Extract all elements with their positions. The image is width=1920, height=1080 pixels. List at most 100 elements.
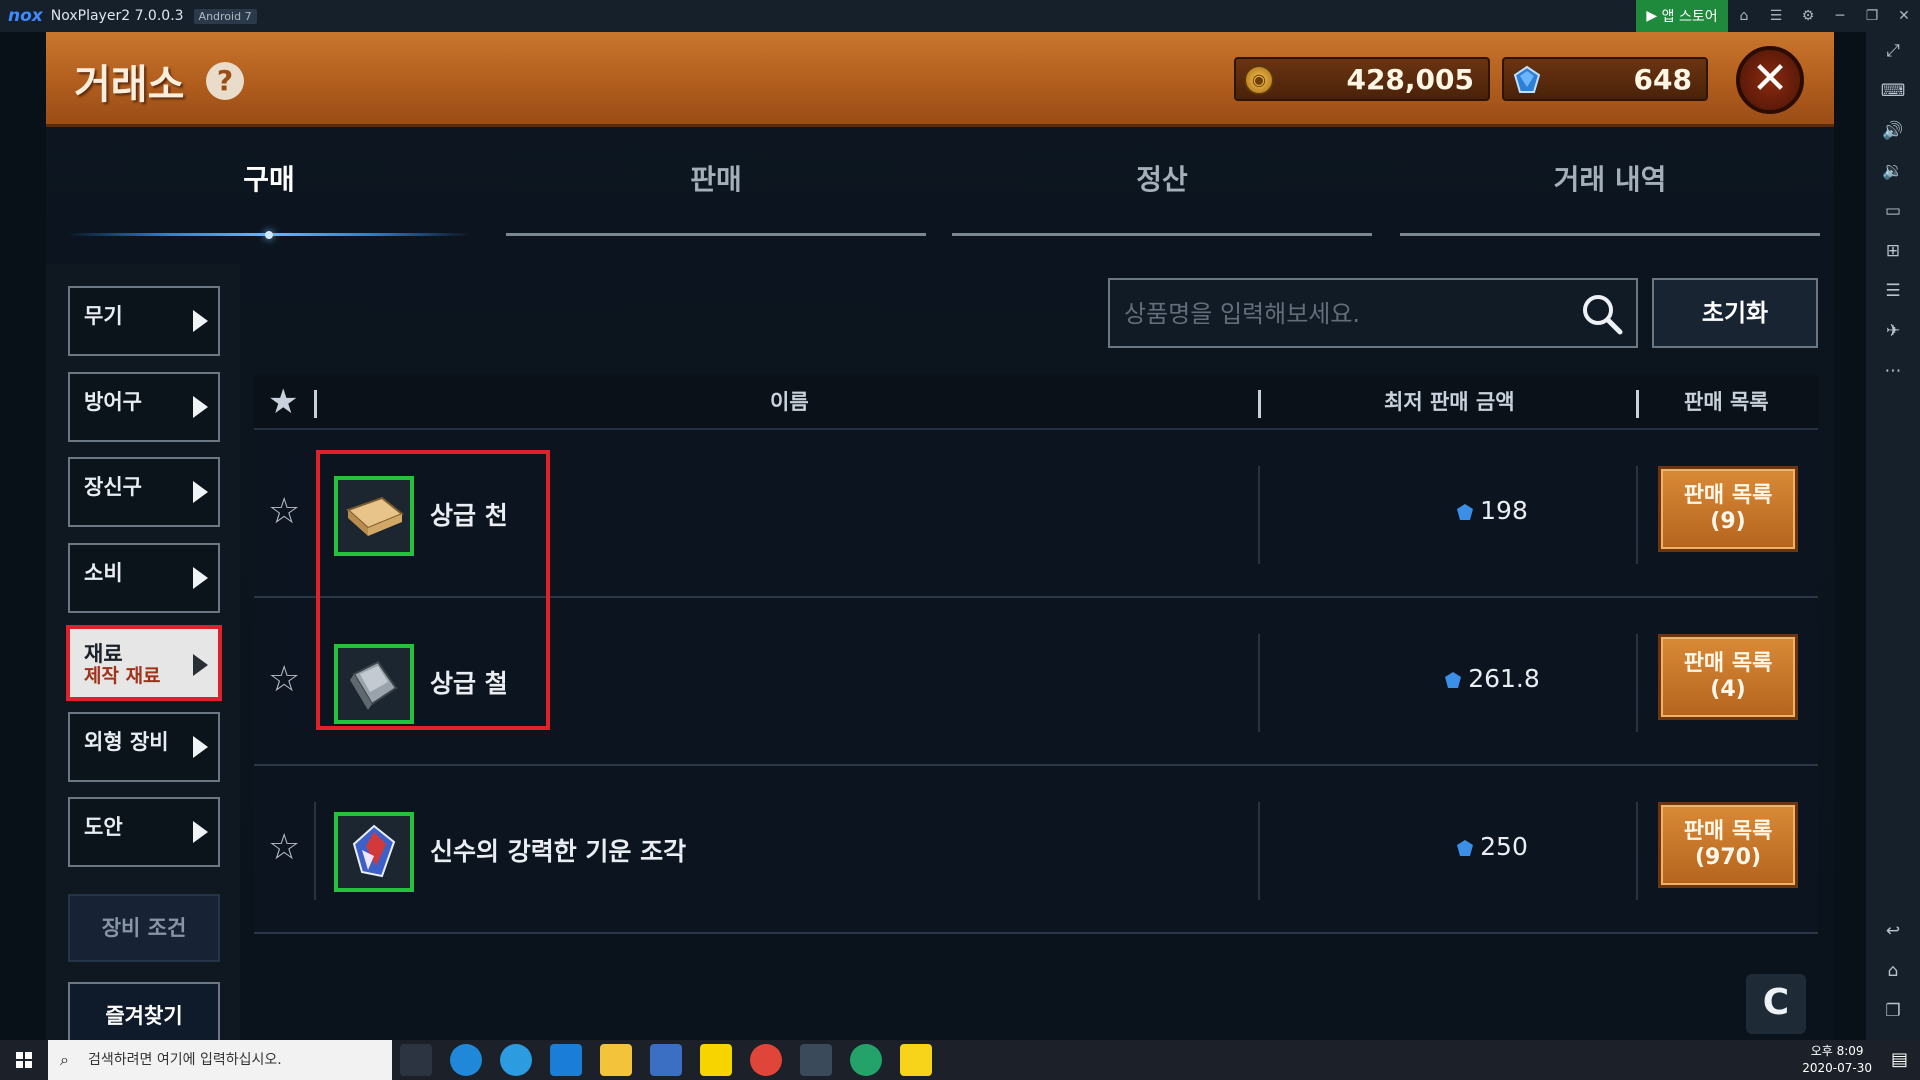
favorite-star-icon[interactable]: ☆ [268,828,300,868]
sales-list-button[interactable]: 판매 목록 (970) [1658,802,1798,888]
tab-history-underline [1400,233,1820,236]
screen-icon[interactable]: ▭ [1880,198,1906,224]
ie-icon[interactable] [500,1044,532,1076]
category-weapon[interactable]: 무기 [68,286,220,356]
keyboard-icon[interactable]: ⌨ [1880,78,1906,104]
price-value: 250 [1480,832,1528,861]
settings-icon[interactable]: ⚙ [1798,6,1818,26]
maps-icon[interactable] [850,1044,882,1076]
mail-icon[interactable] [550,1044,582,1076]
row-divider [1636,466,1638,564]
favorite-star-icon[interactable]: ☆ [268,492,300,532]
play-arrow-icon [193,821,208,843]
refresh-button[interactable]: C [1746,974,1806,1034]
emulator-titlebar: nox NoxPlayer2 7.0.0.3 Android 7 ▶ 앱 스토어… [0,0,1920,32]
sales-list-button[interactable]: 판매 목록 (4) [1658,634,1798,720]
more-icon[interactable]: ⋯ [1880,358,1906,384]
column-name: 이름 [770,390,809,414]
favorite-star-icon[interactable]: ☆ [268,660,300,700]
rocket-icon[interactable]: ✈ [1880,318,1906,344]
tab-buy[interactable]: 구매 [68,152,470,239]
menu-icon[interactable]: ☰ [1766,6,1786,26]
back-icon[interactable]: ↩ [1880,918,1906,944]
price-value: 198 [1480,496,1528,525]
sticky-notes-icon[interactable] [700,1044,732,1076]
category-blueprint[interactable]: 도안 [68,797,220,867]
tab-buy-label: 구매 [243,163,295,196]
sales-list-count: (970) [1694,845,1762,870]
clock[interactable]: 오후 8:09 2020-07-30 [1802,1043,1872,1077]
category-label: 외형 장비 [84,730,169,754]
close-window-icon[interactable]: ✕ [1894,6,1914,26]
category-material[interactable]: 재료 제작 재료 [66,625,222,701]
restore-icon[interactable]: ❐ [1862,6,1882,26]
tab-history[interactable]: 거래 내역 [1400,152,1820,236]
add-apk-icon[interactable]: ⊞ [1880,238,1906,264]
tab-sell-label: 판매 [690,163,742,196]
search-icon[interactable] [1580,292,1624,336]
volume-up-icon[interactable]: 🔊 [1880,118,1906,144]
recent-apps-icon[interactable]: ❐ [1880,998,1906,1024]
store-icon[interactable] [650,1044,682,1076]
row-divider [1636,634,1638,732]
shirt-icon[interactable]: ⌂ [1734,6,1754,26]
notification-icon[interactable]: ▤ [1891,1049,1908,1070]
category-accessory[interactable]: 장신구 [68,457,220,527]
task-view-icon[interactable] [400,1044,432,1076]
category-material-label: 재료 [84,642,123,666]
item-price: 261.8 [1392,664,1592,693]
gold-counter: ◉ 428,005 [1234,57,1490,101]
row-divider [1258,634,1260,732]
play-icon: ▶ [1646,8,1662,24]
android-version-badge: Android 7 [193,8,257,24]
equip-condition-button[interactable]: 장비 조건 [68,894,220,962]
chrome-icon[interactable] [750,1044,782,1076]
tab-active-indicator [265,231,273,239]
table-row[interactable]: ☆ 신수의 강력한 기운 조각 250 판매 목록 (970) [254,768,1818,934]
sales-list-label: 판매 목록 [1683,651,1773,676]
sales-list-count: (9) [1710,509,1746,534]
category-material-sub: 제작 재료 [84,665,161,687]
category-label: 방어구 [84,390,142,414]
windows-start-icon[interactable] [0,1040,48,1080]
search-bar [1108,278,1638,348]
reset-button[interactable]: 초기화 [1652,278,1818,348]
taskbar-search[interactable]: ⌕ 검색하려면 여기에 입력하십시오. [48,1040,392,1080]
window-title: NoxPlayer2 7.0.0.3 [50,8,184,24]
edge-icon[interactable] [450,1044,482,1076]
gold-coin-icon: ◉ [1244,65,1274,95]
home-icon[interactable]: ⌂ [1880,958,1906,984]
nox-taskbar-icon[interactable] [800,1044,832,1076]
minimize-icon[interactable]: ─ [1830,6,1850,26]
gem-amount: 648 [1633,63,1692,96]
volume-down-icon[interactable]: 🔉 [1880,158,1906,184]
tab-sell[interactable]: 판매 [506,152,926,236]
blue-gem-icon [1445,672,1462,688]
exchange-header: 거래소 ? ◉ 428,005 648 ✕ [46,32,1834,127]
page-title: 거래소 [74,62,185,108]
app-store-label: 앱 스토어 [1661,9,1718,25]
header-divider [1258,390,1261,418]
tab-history-label: 거래 내역 [1553,163,1667,196]
sales-list-label: 판매 목록 [1683,483,1773,508]
play-arrow-icon [193,567,208,589]
favorite-filter-icon[interactable]: ★ [268,384,298,420]
file-explorer-icon[interactable] [600,1044,632,1076]
tab-settlement-label: 정산 [1136,163,1188,196]
help-icon[interactable]: ? [206,62,244,100]
sales-list-count: (4) [1710,677,1746,702]
app-store-button[interactable]: ▶ 앱 스토어 [1636,0,1728,32]
close-button[interactable]: ✕ [1736,46,1804,114]
category-armor[interactable]: 방어구 [68,372,220,442]
search-input[interactable] [1124,296,1564,332]
category-label: 무기 [84,304,123,328]
fullscreen-icon[interactable]: ⤢ [1880,38,1906,64]
row-divider [314,802,316,900]
tab-settlement[interactable]: 정산 [952,152,1372,236]
kakaotalk-icon[interactable] [900,1044,932,1076]
row-divider [1258,466,1260,564]
multi-instance-icon[interactable]: ☰ [1880,278,1906,304]
category-cosmetic[interactable]: 외형 장비 [68,712,220,782]
sales-list-button[interactable]: 판매 목록 (9) [1658,466,1798,552]
category-consumable[interactable]: 소비 [68,543,220,613]
